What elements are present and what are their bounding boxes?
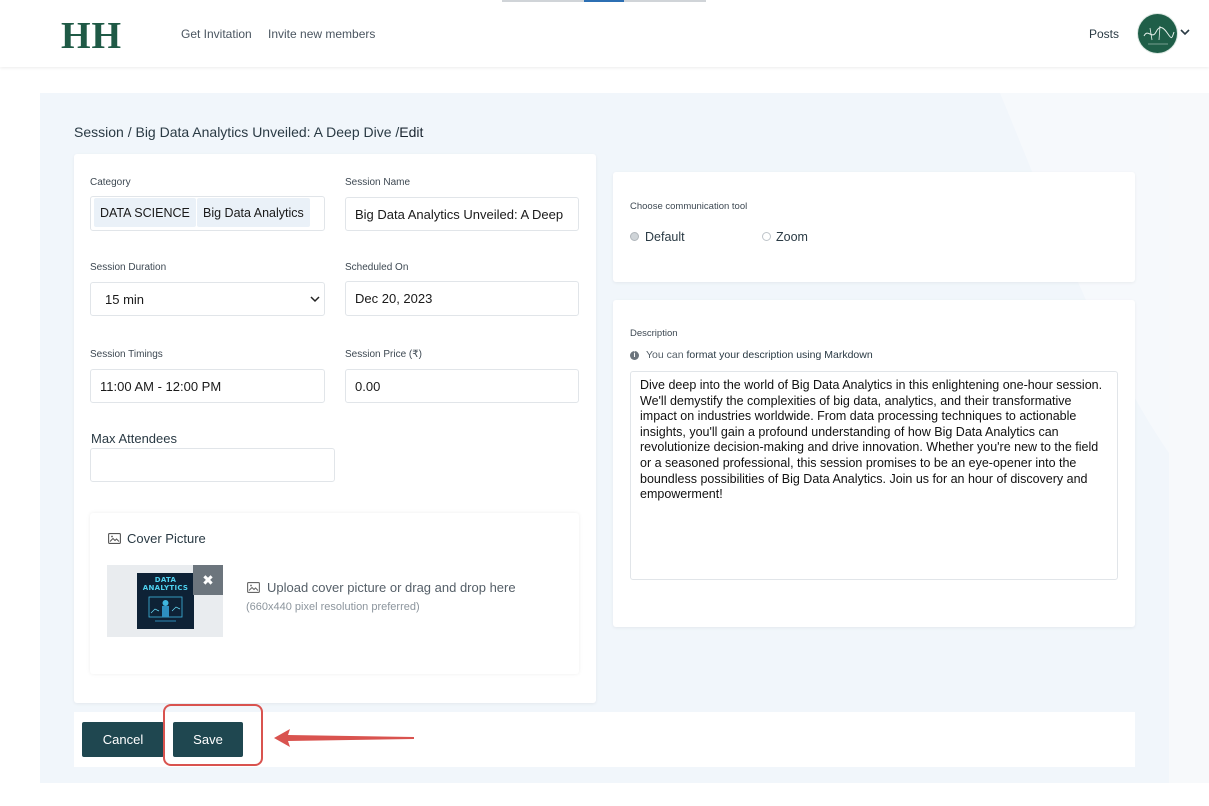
description-label: Description <box>630 328 678 339</box>
arrow-left-annotation-icon <box>274 729 414 747</box>
avatar-signature-icon <box>1143 25 1175 45</box>
communication-tool-card <box>613 172 1135 282</box>
scheduled-on-input[interactable]: Dec 20, 2023 <box>345 281 579 316</box>
radio-zoom-label[interactable]: Zoom <box>776 230 808 244</box>
max-attendees-input[interactable] <box>90 448 335 482</box>
session-timings-input[interactable]: 11:00 AM - 12:00 PM <box>90 369 325 403</box>
cancel-button[interactable]: Cancel <box>82 722 164 757</box>
cover-thumbnail: DATA ANALYTICS <box>137 573 194 629</box>
image-icon <box>108 533 121 544</box>
nav-get-invitation[interactable]: Get Invitation <box>181 27 252 41</box>
category-tag-data-science[interactable]: DATA SCIENCE <box>94 198 196 227</box>
markdown-hint: You can format your description using Ma… <box>646 349 873 361</box>
upload-resolution-hint: (660x440 pixel resolution preferred) <box>246 601 420 613</box>
session-timings-label: Session Timings <box>90 349 163 360</box>
loading-indicator <box>502 0 706 2</box>
user-avatar[interactable] <box>1138 14 1177 53</box>
communication-tool-label: Choose communication tool <box>630 201 748 212</box>
session-price-input[interactable]: 0.00 <box>345 369 579 403</box>
session-price-label: Session Price (₹) <box>345 349 422 360</box>
category-tag-big-data[interactable]: Big Data Analytics <box>197 198 310 227</box>
session-name-input[interactable]: Big Data Analytics Unveiled: A Deep <box>345 197 579 231</box>
radio-default[interactable] <box>630 232 639 241</box>
upload-cover-dropzone[interactable]: Upload cover picture or drag and drop he… <box>267 580 516 595</box>
breadcrumb: Session / Big Data Analytics Unveiled: A… <box>74 124 423 140</box>
markdown-help-link[interactable]: format your description using Markdown <box>687 349 873 361</box>
nav-invite-new-members[interactable]: Invite new members <box>268 27 375 41</box>
radio-zoom[interactable] <box>762 232 771 241</box>
breadcrumb-current: Edit <box>399 124 424 140</box>
save-highlight-annotation <box>163 704 263 766</box>
description-textarea[interactable]: Dive deep into the world of Big Data Ana… <box>630 371 1118 580</box>
chevron-down-icon <box>310 296 320 303</box>
category-label: Category <box>90 177 131 188</box>
session-duration-select[interactable]: 15 min <box>90 282 325 316</box>
upload-image-icon <box>247 582 260 593</box>
remove-cover-button[interactable]: ✖ <box>193 565 223 595</box>
max-attendees-label: Max Attendees <box>91 431 177 446</box>
top-navigation: HH Get Invitation Invite new members Pos… <box>0 0 1209 67</box>
markdown-hint-prefix: You can <box>646 349 684 361</box>
data-analytics-illustration-icon <box>148 596 183 622</box>
scheduled-on-label: Scheduled On <box>345 262 409 273</box>
nav-posts[interactable]: Posts <box>1089 27 1119 41</box>
right-gutter <box>1169 93 1209 783</box>
session-duration-value: 15 min <box>105 291 145 307</box>
radio-default-label[interactable]: Default <box>645 230 685 244</box>
brand-logo[interactable]: HH <box>61 14 122 58</box>
chevron-down-icon[interactable] <box>1179 26 1191 38</box>
cover-picture-title: Cover Picture <box>127 531 206 546</box>
info-icon: i <box>630 351 639 360</box>
session-name-label: Session Name <box>345 177 411 188</box>
session-duration-label: Session Duration <box>90 262 167 273</box>
breadcrumb-path[interactable]: Session / Big Data Analytics Unveiled: A… <box>74 124 399 140</box>
